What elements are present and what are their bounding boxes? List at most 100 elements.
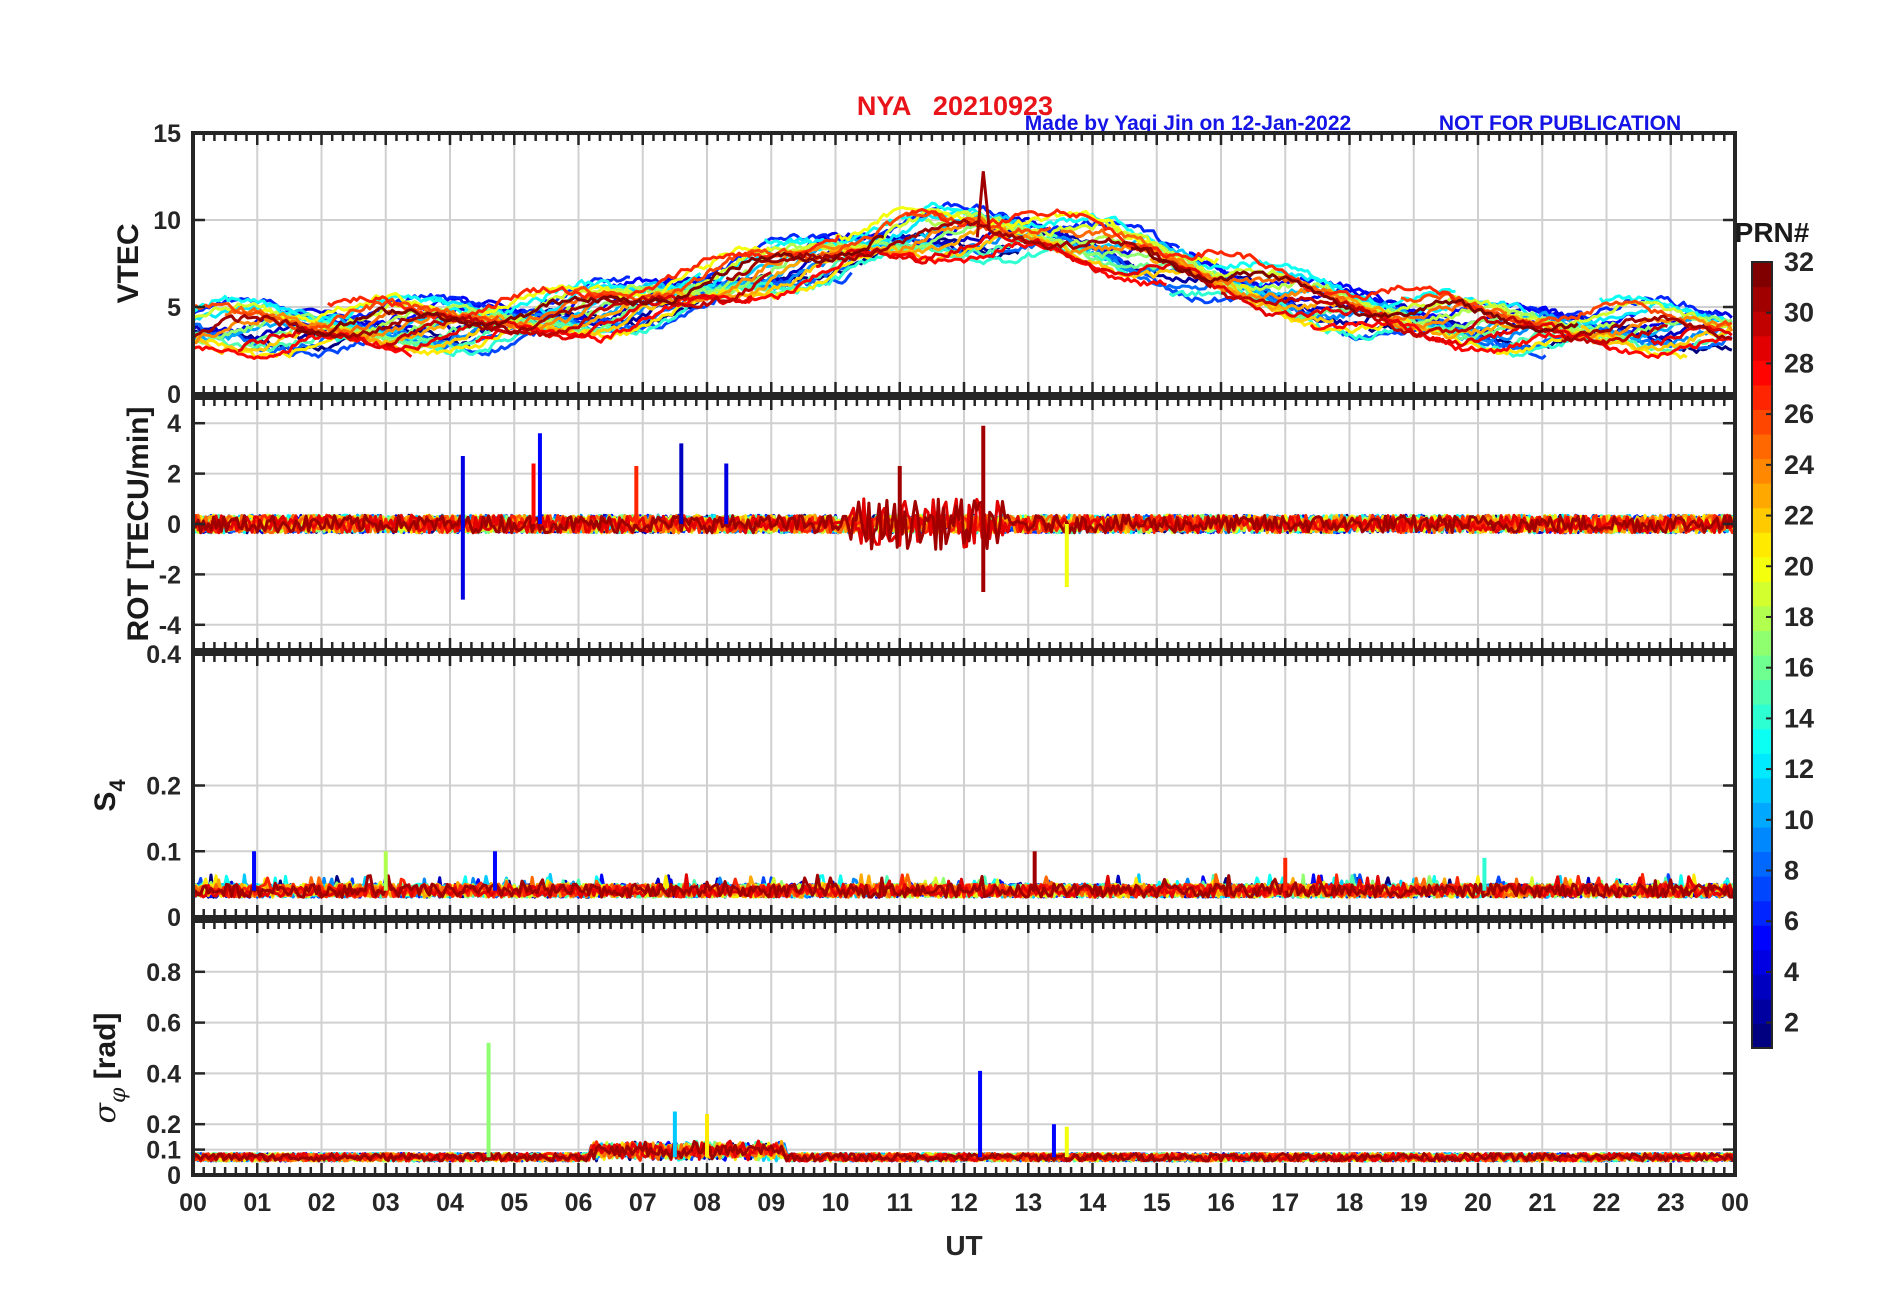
y-tick-label: 0 xyxy=(167,511,181,539)
x-axis-label: UT xyxy=(945,1230,982,1261)
x-tick-label: 01 xyxy=(243,1189,271,1217)
x-tick-label: 04 xyxy=(436,1189,464,1217)
colorbar-swatch xyxy=(1752,556,1772,582)
x-tick-label: 19 xyxy=(1400,1189,1428,1217)
traces-vtec xyxy=(193,171,1734,360)
colorbar-swatch xyxy=(1752,384,1772,410)
colorbar-swatch xyxy=(1752,974,1772,1000)
colorbar-swatch xyxy=(1752,311,1772,337)
colorbar-tick-label: 8 xyxy=(1784,856,1799,886)
colorbar-swatch xyxy=(1752,777,1772,803)
colorbar-tick-label: 6 xyxy=(1784,906,1799,936)
x-tick-label: 09 xyxy=(757,1189,785,1217)
colorbar-swatch xyxy=(1752,507,1772,533)
x-tick-label: 23 xyxy=(1657,1189,1685,1217)
colorbar-label: PRN# xyxy=(1735,217,1810,248)
colorbar-swatch xyxy=(1752,704,1772,730)
figure: NYA 20210923 Made by Yaqi Jin on 12-Jan-… xyxy=(88,91,1814,1261)
colorbar-tick-label: 26 xyxy=(1784,399,1814,429)
colorbar: 2468101214161820222426283032PRN# xyxy=(1735,217,1814,1049)
colorbar-swatch xyxy=(1752,826,1772,853)
colorbar-swatch xyxy=(1752,262,1772,288)
y-tick-label: 0 xyxy=(167,1162,181,1190)
x-tick-label: 00 xyxy=(179,1189,207,1217)
colorbar-tick-label: 22 xyxy=(1784,501,1814,531)
colorbar-swatch xyxy=(1752,335,1772,361)
colorbar-tick-label: 10 xyxy=(1784,805,1814,835)
y-tick-label: 4 xyxy=(167,410,181,438)
colorbar-swatch xyxy=(1752,728,1772,754)
y-tick-label: 0 xyxy=(167,381,181,409)
colorbar-swatch xyxy=(1752,605,1772,632)
colorbar-tick-label: 4 xyxy=(1784,957,1799,987)
colorbar-swatch xyxy=(1752,876,1772,902)
grid-sigma_phi xyxy=(192,921,1736,1176)
x-tick-label: 03 xyxy=(372,1189,400,1217)
x-tick-label: 21 xyxy=(1528,1189,1556,1217)
x-tick-label: 15 xyxy=(1143,1189,1171,1217)
colorbar-tick-label: 20 xyxy=(1784,551,1814,581)
y-tick-label: 0.2 xyxy=(146,1111,181,1139)
colorbar-tick-label: 18 xyxy=(1784,602,1814,632)
y-tick-label: 0.4 xyxy=(146,641,181,669)
panel-vtec: 0 5 10 15 VTEC xyxy=(112,120,1737,409)
panel-rot: -4 -2 0 2 4 ROT [TECU/min] xyxy=(122,396,1737,652)
x-tick-label: 20 xyxy=(1464,1189,1492,1217)
colorbar-tick-label: 24 xyxy=(1784,450,1814,480)
y-tick-label: 0.2 xyxy=(146,773,181,801)
y-tick-label: 0.1 xyxy=(146,838,181,866)
colorbar-tick-label: 16 xyxy=(1784,653,1814,683)
y-tick-label: 10 xyxy=(153,207,181,235)
colorbar-swatch xyxy=(1752,581,1772,607)
colorbar-tick-label: 12 xyxy=(1784,754,1814,784)
y-tick-label: -2 xyxy=(159,561,181,589)
y-axis-label-s4: S4 xyxy=(89,779,130,812)
colorbar-swatch xyxy=(1752,679,1772,705)
colorbar-swatch xyxy=(1752,851,1772,877)
panel-s4: 0 0.1 0.2 0.4 S4 xyxy=(89,641,1737,932)
figure-title: NYA 20210923 xyxy=(857,91,1053,121)
colorbar-swatch xyxy=(1752,925,1772,951)
x-tick-label: 12 xyxy=(950,1189,978,1217)
colorbar-swatch xyxy=(1752,458,1772,484)
x-tick-label: 13 xyxy=(1014,1189,1042,1217)
x-tick-label: 18 xyxy=(1336,1189,1364,1217)
y-tick-label: 0.4 xyxy=(146,1060,181,1088)
x-tick-label: 02 xyxy=(308,1189,336,1217)
y-tick-label: 0.6 xyxy=(146,1010,181,1038)
colorbar-swatch xyxy=(1752,630,1772,656)
y-tick-label: 15 xyxy=(153,120,181,148)
x-tick-label: 17 xyxy=(1271,1189,1299,1217)
x-tick-label: 16 xyxy=(1207,1189,1235,1217)
y-tick-label: 5 xyxy=(167,294,181,322)
colorbar-swatch xyxy=(1752,998,1772,1025)
colorbar-swatch xyxy=(1752,483,1772,509)
y-tick-label: 2 xyxy=(167,461,181,489)
y-axis-label-rot: ROT [TECU/min] xyxy=(122,407,155,642)
colorbar-tick-label: 32 xyxy=(1784,247,1814,277)
y-tick-label: 0.1 xyxy=(146,1137,181,1165)
x-tick-label: 07 xyxy=(629,1189,657,1217)
y-tick-label: -4 xyxy=(159,612,181,640)
colorbar-swatch xyxy=(1752,532,1772,558)
panels: 051015VTEC-4-2024ROT [TECU/min]00.10.20.… xyxy=(88,120,1749,1261)
colorbar-tick-label: 14 xyxy=(1784,703,1814,733)
colorbar-swatch xyxy=(1752,753,1772,779)
panel-sigma_phi: 00.10.2 0.4 0.6 0.8 σφ [rad] 00 01 02 03 04 05 06 07… xyxy=(88,919,1749,1261)
x-tick-label: 11 xyxy=(887,1189,914,1217)
x-tick-label: 05 xyxy=(500,1189,528,1217)
x-tick-label: 06 xyxy=(565,1189,593,1217)
x-tick-label: 08 xyxy=(693,1189,721,1217)
colorbar-swatch xyxy=(1752,802,1772,828)
y-tick-label: 0 xyxy=(167,904,181,932)
x-tick-label: 10 xyxy=(822,1189,850,1217)
x-tick-label: 14 xyxy=(1079,1189,1107,1217)
colorbar-tick-label: 30 xyxy=(1784,298,1814,328)
colorbar-swatch xyxy=(1752,286,1772,312)
y-axis-label-vtec: VTEC xyxy=(112,223,145,303)
colorbar-swatch xyxy=(1752,433,1772,460)
x-tick-label: 22 xyxy=(1593,1189,1621,1217)
colorbar-tick-label: 2 xyxy=(1784,1008,1799,1038)
colorbar-tick-label: 28 xyxy=(1784,348,1814,378)
x-tick-label: 00 xyxy=(1721,1189,1749,1217)
